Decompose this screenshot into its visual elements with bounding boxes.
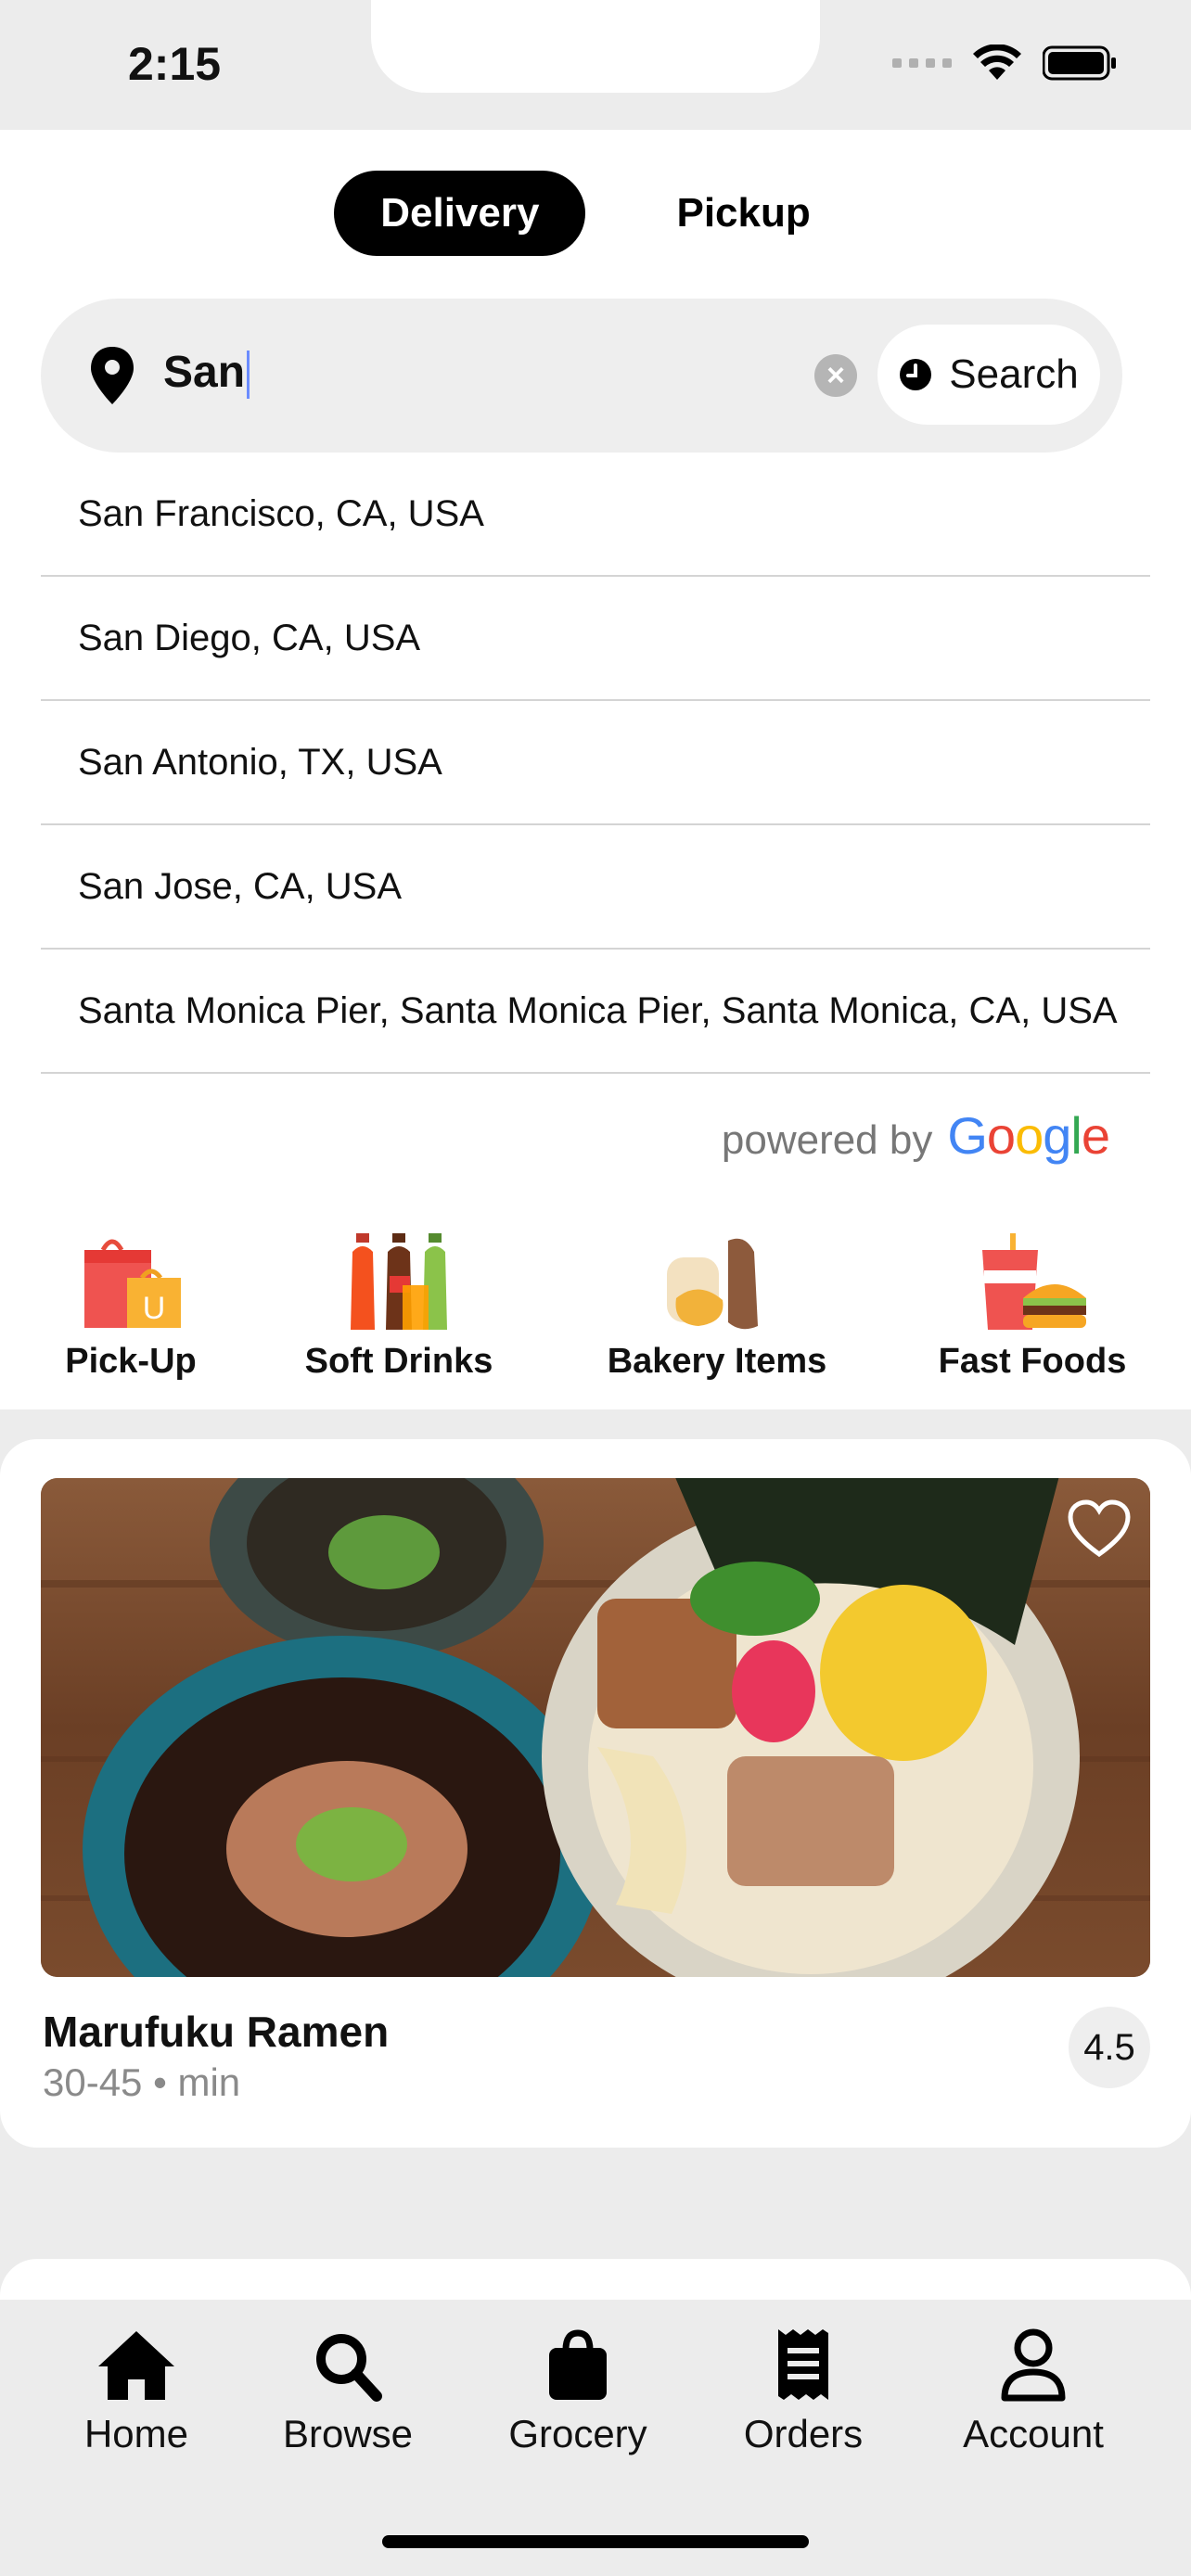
- category-label: Soft Drinks: [304, 1342, 493, 1381]
- status-time: 2:15: [128, 38, 222, 90]
- status-icons: [892, 45, 1117, 82]
- rating-badge: 4.5: [1069, 2007, 1150, 2088]
- home-icon: [98, 2331, 174, 2400]
- powered-by-text: powered by: [721, 1117, 933, 1163]
- category-bakery-items[interactable]: Bakery Items: [583, 1233, 852, 1382]
- nav-label: Grocery: [508, 2412, 647, 2455]
- suggestion-item[interactable]: San Antonio, TX, USA: [41, 701, 1150, 825]
- notch: [371, 0, 820, 93]
- shopping-bags-icon: U: [84, 1239, 181, 1328]
- location-search-bar[interactable]: San × Search: [41, 299, 1122, 453]
- restaurant-card[interactable]: Marufuku Ramen 30-45 • min 4.5: [0, 1439, 1191, 2148]
- burger-drink-icon: [982, 1233, 1086, 1330]
- category-label: Bakery Items: [607, 1342, 827, 1381]
- nav-label: Account: [963, 2412, 1104, 2455]
- clear-search-icon[interactable]: ×: [814, 354, 857, 397]
- favorite-heart-icon[interactable]: [1067, 1498, 1132, 1563]
- search-button[interactable]: Search: [877, 325, 1100, 425]
- wifi-icon: [973, 45, 1021, 80]
- nav-grocery[interactable]: Grocery: [501, 2327, 655, 2456]
- nav-browse[interactable]: Browse: [278, 2327, 417, 2456]
- category-pick-up[interactable]: U Pick-Up: [52, 1233, 210, 1382]
- svg-text:U: U: [143, 1291, 166, 1326]
- category-label: Pick-Up: [65, 1342, 197, 1381]
- home-indicator: [382, 2535, 809, 2548]
- nav-orders[interactable]: Orders: [738, 2327, 868, 2456]
- suggestion-item[interactable]: Santa Monica Pier, Santa Monica Pier, Sa…: [41, 950, 1150, 1074]
- status-bar: 2:15: [0, 0, 1191, 130]
- nav-label: Orders: [743, 2412, 864, 2455]
- search-input-value: San: [163, 348, 246, 397]
- delivery-tab[interactable]: Delivery: [334, 171, 586, 256]
- location-pin-icon: [91, 347, 134, 404]
- nav-label: Home: [83, 2412, 189, 2455]
- powered-by-google: powered by Google: [721, 1105, 1110, 1166]
- search-input[interactable]: San: [163, 347, 250, 400]
- restaurant-photo: [41, 1478, 1150, 1977]
- category-label: Fast Foods: [938, 1342, 1127, 1381]
- text-cursor: [247, 351, 250, 400]
- restaurant-name: Marufuku Ramen: [43, 2008, 390, 2056]
- ramen-photo: [41, 1478, 1150, 1977]
- mode-toggle: Delivery Pickup: [0, 171, 1191, 256]
- delivery-time: 30-45 • min: [43, 2060, 241, 2104]
- google-logo: Google: [947, 1106, 1110, 1165]
- search-button-label: Search: [949, 351, 1079, 397]
- clock-icon: [900, 359, 932, 390]
- nav-label: Browse: [282, 2412, 414, 2455]
- suggestion-item[interactable]: San Diego, CA, USA: [41, 577, 1150, 701]
- battery-icon: [1043, 45, 1116, 81]
- cellular-signal-icon: [892, 58, 952, 68]
- category-row: U Pick-Up Soft Drinks Bakery Items Fast …: [0, 1233, 1191, 1400]
- pickup-tab[interactable]: Pickup: [630, 171, 856, 256]
- suggestion-list: San Francisco, CA, USA San Diego, CA, US…: [41, 453, 1150, 1074]
- shopping-bag-icon: [549, 2329, 607, 2400]
- category-fast-foods[interactable]: Fast Foods: [916, 1233, 1148, 1382]
- receipt-icon: [778, 2329, 828, 2400]
- search-icon: [316, 2334, 382, 2402]
- suggestion-item[interactable]: San Francisco, CA, USA: [41, 453, 1150, 577]
- soda-bottles-icon: [351, 1233, 447, 1330]
- nav-home[interactable]: Home: [76, 2327, 197, 2456]
- suggestion-item[interactable]: San Jose, CA, USA: [41, 825, 1150, 950]
- category-soft-drinks[interactable]: Soft Drinks: [278, 1233, 519, 1382]
- nav-account[interactable]: Account: [952, 2327, 1115, 2456]
- person-icon: [1001, 2328, 1066, 2402]
- bread-icon: [667, 1238, 758, 1330]
